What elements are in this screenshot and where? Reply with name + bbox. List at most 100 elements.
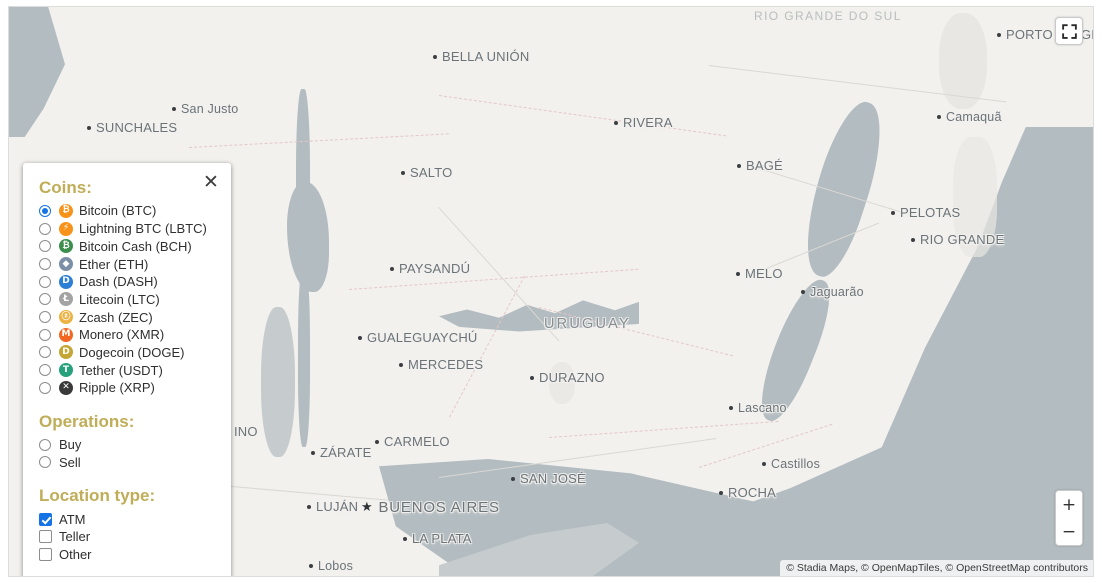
map-label-text: LUJÁN	[316, 499, 359, 514]
coins-section-title: Coins:	[39, 178, 92, 197]
coin-radio-dash[interactable]	[39, 275, 51, 288]
map-label: BELLA UNIÓN	[433, 49, 529, 64]
map-label-text: INO	[234, 424, 258, 439]
location-type-options-list: ATM Teller Other	[39, 510, 219, 563]
map-frame[interactable]: RIO GRANDE DO SULPORTO ALEGREBELLA UNIÓN…	[8, 6, 1094, 577]
close-button[interactable]: ✕	[200, 171, 222, 193]
map-label-text: San Justo	[181, 102, 239, 116]
location-type-option-label: Teller	[59, 529, 91, 545]
coin-radio-bitcoin-cash[interactable]	[39, 240, 51, 253]
coin-option-label: Litecoin (LTC)	[79, 291, 160, 307]
border-uru-internal-3	[449, 275, 525, 418]
map-label-text: SALTO	[410, 165, 453, 180]
map-attribution[interactable]: © Stadia Maps, © OpenMapTiles, © OpenStr…	[780, 560, 1093, 576]
ethereum-icon: ◆	[59, 257, 73, 271]
map-label: PAYSANDÚ	[390, 261, 470, 276]
location-type-checkbox-other[interactable]	[39, 547, 52, 561]
map-marker-dot-icon	[433, 54, 437, 59]
coin-radio-bitcoin[interactable]	[39, 204, 51, 217]
location-type-option-row[interactable]: Other	[39, 546, 219, 564]
map-marker-dot-icon	[530, 375, 534, 380]
operation-option-label: Sell	[59, 454, 81, 470]
coin-radio-litecoin[interactable]	[39, 293, 51, 306]
operation-option-row[interactable]: Sell	[39, 453, 219, 471]
border-arg-internal	[549, 420, 779, 438]
coin-option-row[interactable]: D Dogecoin (DOGE)	[39, 344, 219, 362]
map-label-text: Lobos	[318, 559, 354, 573]
location-type-option-row[interactable]: Teller	[39, 528, 219, 546]
coin-option-row[interactable]: ⚡ Lightning BTC (LBTC)	[39, 220, 219, 238]
map-label: RIVERA	[614, 115, 673, 130]
border-uru-bra	[438, 95, 727, 137]
map-label-text: BELLA UNIÓN	[442, 49, 530, 64]
map-marker-dot-icon	[311, 450, 315, 455]
coin-option-row[interactable]: ◆ Ether (ETH)	[39, 255, 219, 273]
coin-radio-ripple[interactable]	[39, 381, 51, 394]
water-rio-uruguay-south	[298, 267, 310, 447]
coin-radio-tether[interactable]	[39, 364, 51, 377]
zoom-out-button[interactable]: −	[1056, 518, 1082, 545]
coin-option-row[interactable]: ⓩ Zcash (ZEC)	[39, 308, 219, 326]
map-marker-dot-icon	[937, 114, 941, 119]
coin-option-row[interactable]: ✕ Ripple (XRP)	[39, 379, 219, 397]
location-type-checkbox-teller[interactable]	[39, 530, 52, 544]
location-type-option-row[interactable]: ATM	[39, 510, 219, 528]
coin-option-row[interactable]: M Monero (XMR)	[39, 326, 219, 344]
coin-option-label: Tether (USDT)	[79, 362, 163, 378]
coin-radio-lightning[interactable]	[39, 222, 51, 235]
location-type-checkbox-atm[interactable]	[39, 512, 52, 526]
map-marker-dot-icon	[358, 335, 362, 340]
coin-option-row[interactable]: T Tether (USDT)	[39, 361, 219, 379]
coin-option-row[interactable]: ₿ Bitcoin (BTC)	[39, 202, 219, 220]
terrain-coastal-strip	[953, 137, 997, 257]
map-label: MERCEDES	[399, 357, 483, 372]
map-label: INO	[234, 424, 258, 439]
location-type-section-title: Location type:	[39, 486, 156, 506]
map-label: LUJÁN	[307, 499, 358, 514]
zoom-in-button[interactable]: +	[1056, 491, 1082, 518]
map-marker-dot-icon	[390, 266, 394, 271]
map-marker-dot-icon	[307, 504, 311, 509]
map-marker-dot-icon	[762, 461, 766, 466]
tether-icon: T	[59, 363, 73, 378]
operation-option-label: Buy	[59, 437, 82, 453]
map-label-text: PAYSANDÚ	[399, 261, 471, 276]
zcash-icon: ⓩ	[59, 310, 73, 325]
map-label: CARMELO	[375, 434, 450, 449]
coin-option-label: Lightning BTC (LBTC)	[79, 221, 207, 237]
litecoin-icon: Ł	[59, 292, 73, 307]
coin-option-row[interactable]: Ł Litecoin (LTC)	[39, 291, 219, 309]
operation-option-row[interactable]: Buy	[39, 436, 219, 454]
coin-option-label: Monero (XMR)	[79, 327, 165, 343]
map-marker-dot-icon	[309, 563, 313, 568]
water-rio-negro-reservoir	[439, 300, 639, 332]
ripple-icon: ✕	[59, 380, 73, 395]
coin-atm-map-app: RIO GRANDE DO SULPORTO ALEGREBELLA UNIÓN…	[0, 0, 1102, 583]
map-label: Castillos	[762, 457, 820, 471]
map-label-text: MERCEDES	[408, 357, 484, 372]
operation-radio-buy[interactable]	[39, 438, 51, 451]
map-label: Lobos	[309, 559, 353, 573]
zoom-controls[interactable]: + −	[1055, 490, 1083, 546]
coin-option-row[interactable]: D Dash (DASH)	[39, 273, 219, 291]
map-label-text: Camaquã	[946, 110, 1002, 124]
operation-radio-sell[interactable]	[39, 456, 51, 469]
map-label-text: RIO GRANDE DO SUL	[754, 9, 902, 23]
border-uru-internal-1	[349, 268, 639, 290]
coins-options-list: ₿ Bitcoin (BTC) ⚡ Lightning BTC (LBTC) ₿ Bitc…	[39, 202, 219, 397]
coin-option-label: Dogecoin (DOGE)	[79, 344, 185, 360]
coin-radio-monero[interactable]	[39, 328, 51, 341]
map-marker-dot-icon	[401, 170, 405, 175]
coin-option-row[interactable]: ₿ Bitcoin Cash (BCH)	[39, 237, 219, 255]
map-marker-dot-icon	[172, 106, 176, 111]
map-label: BAGÉ	[737, 158, 783, 173]
coin-radio-ethereum[interactable]	[39, 258, 51, 270]
map-label-text: SUNCHALES	[96, 120, 178, 135]
fullscreen-icon	[1061, 23, 1077, 39]
coin-radio-dogecoin[interactable]	[39, 346, 51, 359]
fullscreen-button[interactable]	[1055, 17, 1083, 45]
map-label: Camaquã	[937, 110, 1002, 124]
coin-option-label: Ether (ETH)	[79, 256, 149, 272]
coin-radio-zcash[interactable]	[39, 311, 51, 324]
coin-option-label: Ripple (XRP)	[79, 380, 155, 396]
